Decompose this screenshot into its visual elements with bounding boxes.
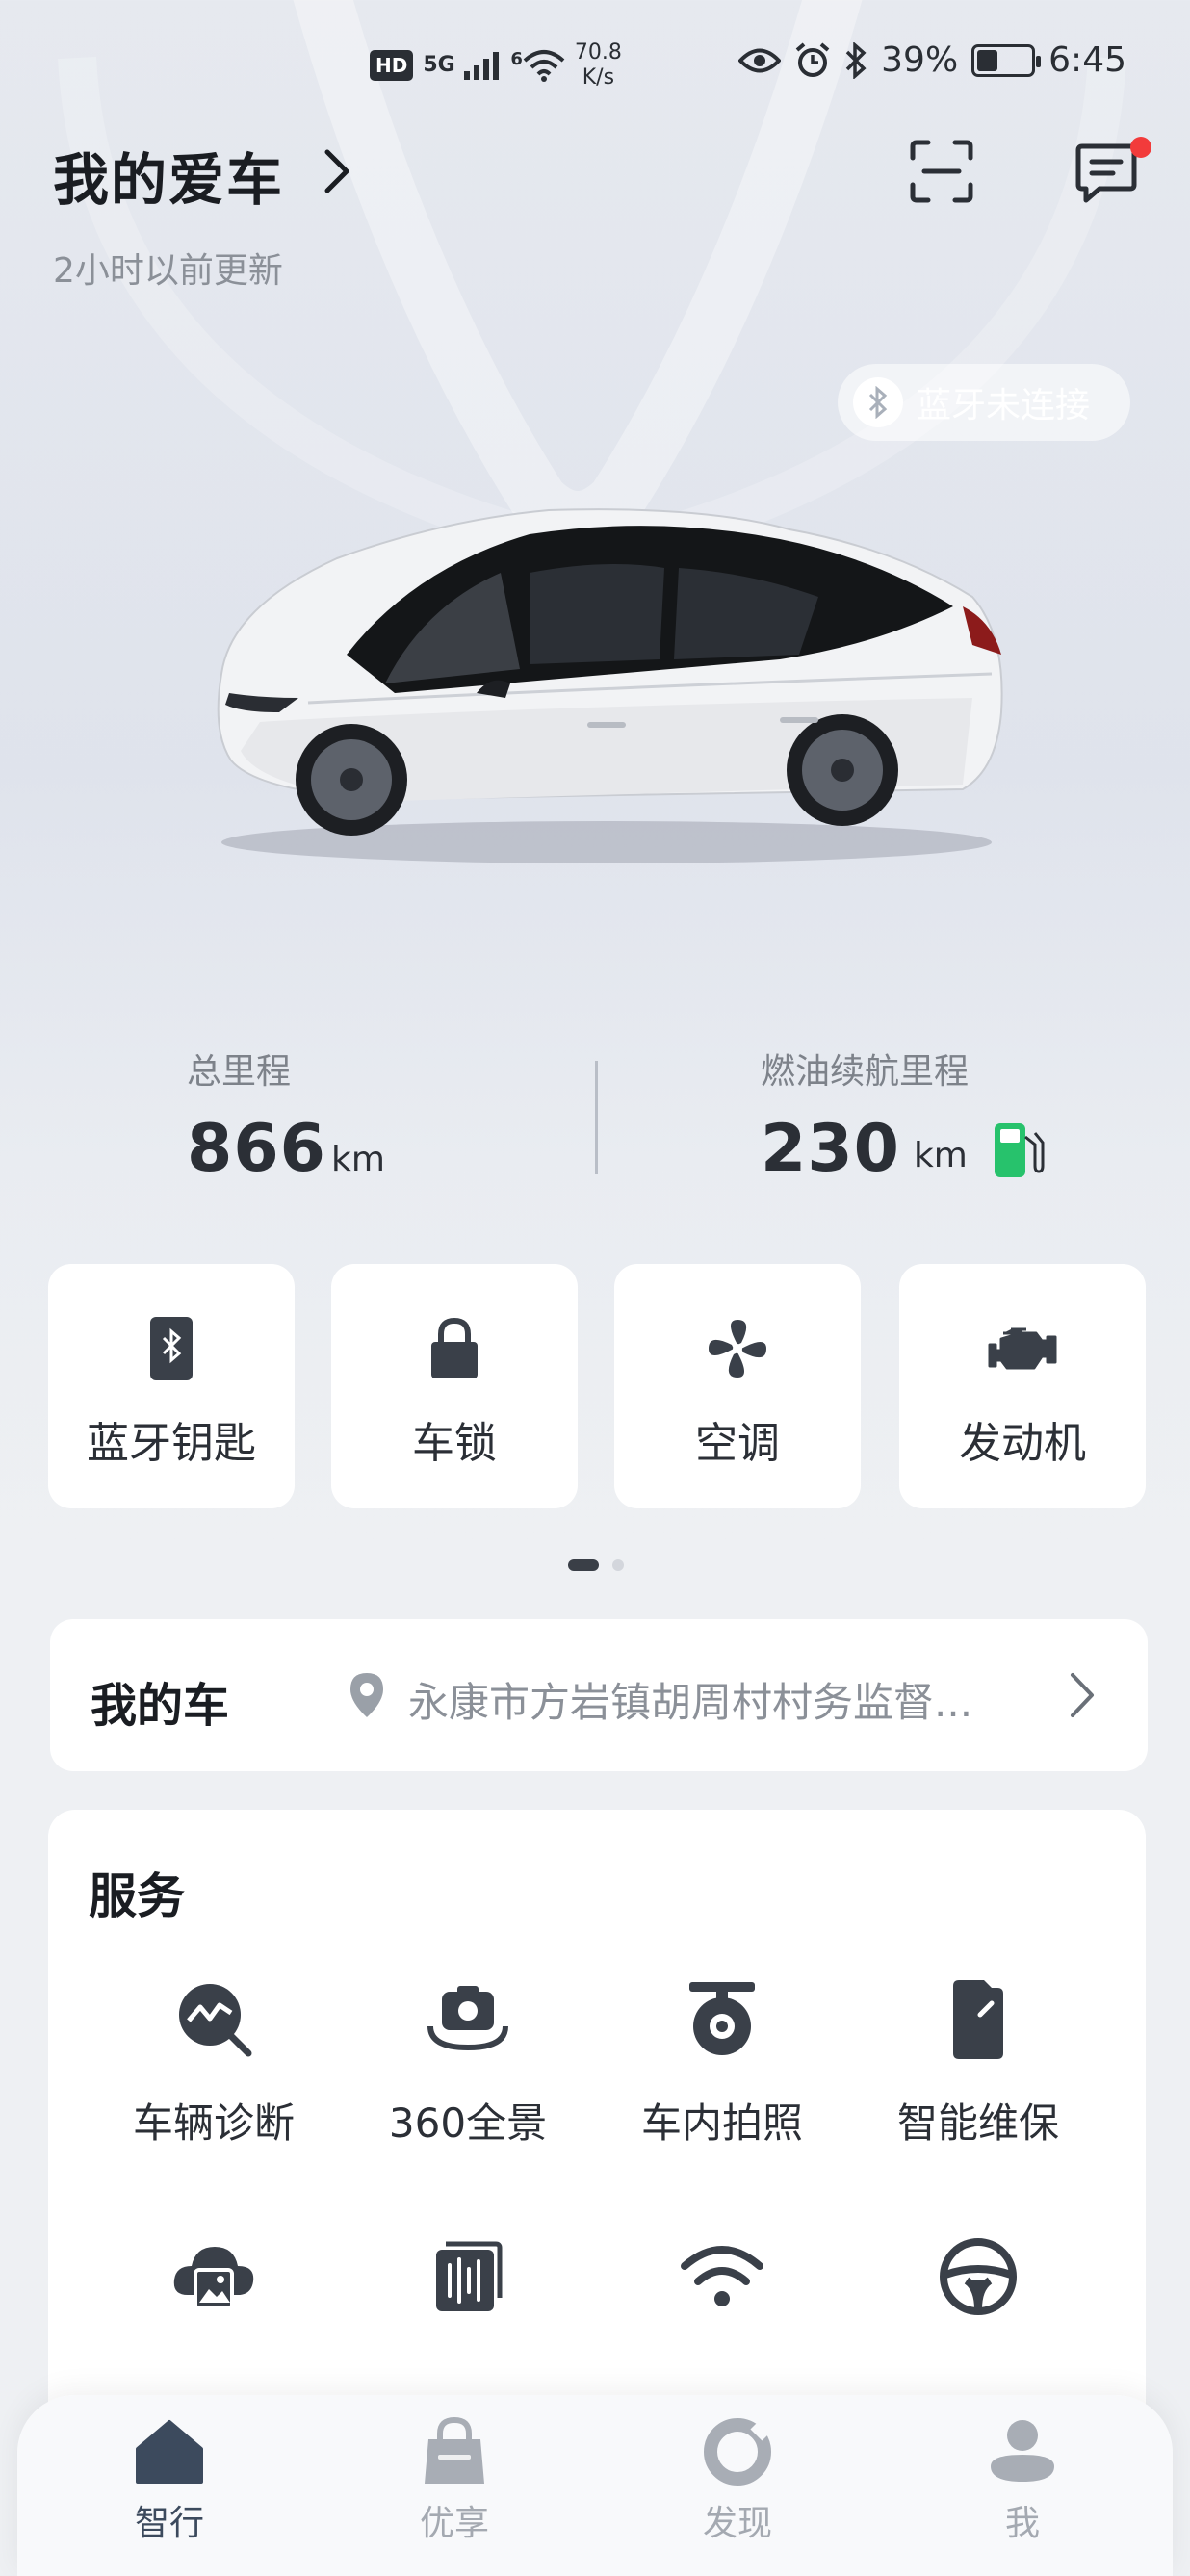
quick-action-engine[interactable]: 发动机: [899, 1264, 1146, 1508]
update-time: 2小时以前更新: [53, 251, 283, 291]
chevron-right-icon[interactable]: [318, 144, 356, 198]
battery-icon: [971, 43, 1042, 77]
engine-icon: [988, 1314, 1057, 1383]
service-label: 车内拍照: [640, 2099, 803, 2147]
message-icon: [1075, 143, 1137, 203]
scan-icon: [910, 140, 973, 203]
total-mileage-unit: km: [331, 1140, 385, 1179]
nav-label: 发现: [702, 2504, 772, 2543]
nav-label: 我: [1004, 2504, 1040, 2543]
nav-item-me[interactable]: 我: [926, 2416, 1119, 2545]
service-360-panorama[interactable]: 360全景: [343, 1975, 593, 2150]
quick-action-lock[interactable]: 车锁: [331, 1264, 578, 1508]
quick-action-label: 发动机: [959, 1419, 1086, 1468]
bluetooth-status-text: 蓝牙未连接: [917, 386, 1091, 425]
stats-divider: [595, 1061, 598, 1174]
message-button[interactable]: [1073, 141, 1140, 208]
bluetooth-key-icon: [148, 1314, 194, 1383]
my-car-address: 永康市方岩镇胡周村村务监督...: [408, 1679, 973, 1726]
net-speed-value: 70.8: [574, 40, 622, 64]
nav-item-youxiang[interactable]: 优享: [358, 2416, 551, 2545]
network-type: 5G: [423, 53, 455, 77]
lock-icon: [429, 1314, 479, 1383]
fuel-range: 燃油续航里程 230 km: [761, 1043, 1045, 1187]
service-smart-maintenance[interactable]: 智能维保: [853, 1975, 1103, 2150]
fuel-range-value: 230: [761, 1111, 900, 1187]
service-label: 智能维保: [896, 2099, 1059, 2147]
service-title: 服务: [89, 1868, 185, 1924]
hd-badge: HD: [370, 50, 414, 81]
fan-icon: [705, 1314, 770, 1383]
service-recorder[interactable]: [343, 2233, 593, 2320]
car-image[interactable]: [202, 501, 1021, 886]
nav-label: 智行: [134, 2504, 204, 2543]
quick-action-ac[interactable]: 空调: [614, 1264, 861, 1508]
wifi-status-icon: [523, 50, 565, 82]
cloud-album-icon: [170, 2233, 257, 2320]
nav-item-faxian[interactable]: 发现: [641, 2416, 834, 2545]
alarm-icon: [795, 41, 830, 77]
location-pin-icon: [350, 1673, 383, 1717]
bottom-nav: 智行 优享 发现 我: [17, 2395, 1173, 2576]
net-speed: 70.8 K/s: [575, 40, 622, 90]
service-vehicle-diagnosis[interactable]: 车辆诊断: [89, 1975, 339, 2150]
fuel-range-unit: km: [913, 1136, 968, 1175]
service-wifi[interactable]: [597, 2233, 847, 2320]
discover-icon: [704, 2418, 771, 2486]
chevron-right-icon: [1071, 1673, 1094, 1717]
scan-button[interactable]: [909, 139, 974, 204]
status-bar: HD 5G 6 70.8 K/s 39% 6:45: [0, 29, 1190, 106]
page-title[interactable]: 我的爱车: [53, 135, 284, 216]
service-steering[interactable]: [853, 2233, 1103, 2320]
clock: 6:45: [1048, 40, 1126, 80]
pager-dot-active: [568, 1559, 599, 1571]
battery-percent: 39%: [881, 40, 959, 80]
total-mileage-label: 总里程: [187, 1052, 292, 1092]
fuel-pump-icon: [994, 1122, 1045, 1177]
in-car-camera-icon: [684, 1975, 761, 2062]
total-mileage-value: 866: [187, 1111, 326, 1187]
nav-label: 优享: [419, 2504, 489, 2543]
status-right: 39% 6:45: [738, 40, 1126, 80]
unread-badge: [1130, 137, 1151, 158]
cell-signal: 5G: [423, 50, 501, 81]
quick-action-label: 蓝牙钥匙: [87, 1419, 256, 1468]
wifi-badge: 6: [510, 49, 523, 69]
net-speed-unit: K/s: [582, 65, 615, 90]
fuel-range-label: 燃油续航里程: [761, 1052, 970, 1092]
profile-icon: [991, 2420, 1054, 2482]
bluetooth-icon: [853, 377, 903, 427]
recorder-icon: [432, 2233, 504, 2320]
service-in-car-photo[interactable]: 车内拍照: [597, 1975, 847, 2150]
panorama-camera-icon: [425, 1975, 511, 2062]
service-label: 车辆诊断: [132, 2099, 295, 2147]
service-cloud-album[interactable]: [89, 2233, 339, 2320]
eye-icon: [738, 48, 782, 72]
shopping-bag-icon: [425, 2416, 484, 2484]
bluetooth-status-icon: [845, 41, 867, 79]
quick-action-label: 空调: [695, 1419, 780, 1468]
battery-fill: [977, 49, 998, 71]
total-mileage: 总里程 866 km: [187, 1043, 385, 1187]
service-label: 360全景: [388, 2099, 548, 2147]
signal-bars-icon: [464, 52, 500, 80]
bluetooth-status-pill[interactable]: 蓝牙未连接: [838, 364, 1130, 441]
home-icon: [136, 2420, 203, 2484]
steering-wheel-icon: [938, 2233, 1019, 2320]
quick-action-label: 车锁: [412, 1419, 497, 1468]
pager-dot: [612, 1559, 624, 1571]
status-left: HD 5G 6 70.8 K/s: [370, 40, 622, 90]
my-car-title: 我的车: [91, 1679, 230, 1733]
maintenance-icon: [945, 1975, 1011, 2062]
wifi-status: 6: [510, 49, 565, 82]
quick-action-bluetooth-key[interactable]: 蓝牙钥匙: [48, 1264, 295, 1508]
wifi-icon: [679, 2233, 765, 2320]
my-car-location-card[interactable]: 我的车 永康市方岩镇胡周村村务监督...: [50, 1619, 1148, 1771]
diagnosis-icon: [173, 1975, 254, 2062]
nav-item-zhixing[interactable]: 智行: [73, 2416, 266, 2545]
